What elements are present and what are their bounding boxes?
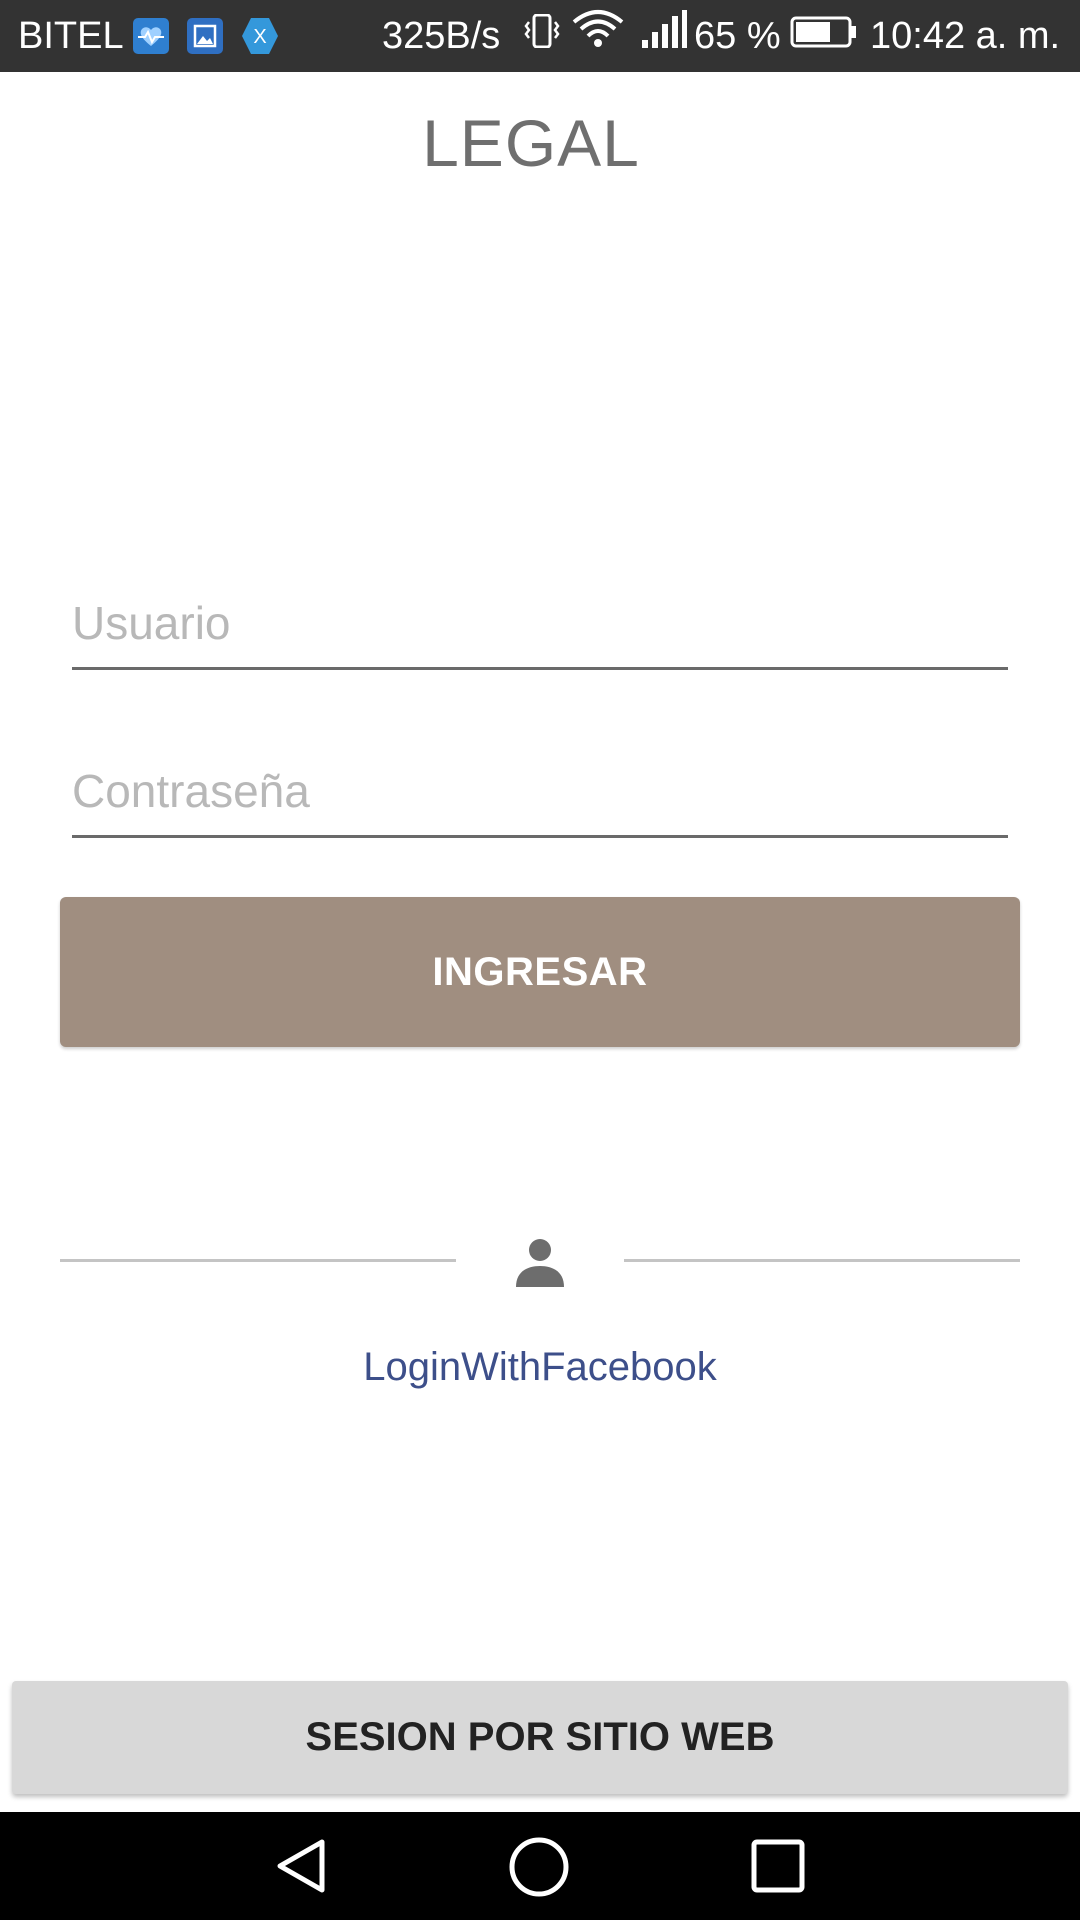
clock: 10:42 a. m. (870, 15, 1061, 57)
svg-text:X: X (253, 26, 266, 48)
gallery-icon (187, 18, 223, 54)
battery-icon (790, 0, 858, 72)
signal-icon (641, 0, 687, 72)
network-speed: 325B/s (382, 15, 501, 57)
wifi-icon (571, 0, 625, 72)
person-icon (510, 1233, 570, 1293)
carrier-name: BITEL (18, 15, 124, 57)
status-bar: BITEL X 325B/s 65 % 10:42 a. m. (0, 0, 1080, 72)
password-underline (72, 835, 1008, 838)
username-field[interactable] (72, 580, 1008, 670)
password-field[interactable] (72, 748, 1008, 838)
username-input[interactable] (72, 580, 1008, 666)
page-title: LEGAL (422, 106, 640, 180)
login-button[interactable]: INGRESAR (60, 897, 1020, 1047)
recents-icon[interactable] (750, 1838, 806, 1894)
login-screen: BITEL X 325B/s 65 % 10:42 a. m. LEGAL Us… (0, 0, 1080, 1920)
home-icon[interactable] (508, 1836, 570, 1898)
login-with-facebook-link[interactable]: LoginWithFacebook (0, 1345, 1080, 1390)
divider-left (60, 1259, 456, 1262)
password-input[interactable] (72, 748, 1008, 834)
back-icon[interactable] (272, 1836, 332, 1896)
vibrate-icon (522, 0, 562, 72)
health-app-icon (133, 18, 169, 54)
username-underline (72, 667, 1008, 670)
web-session-button[interactable]: SESION POR SITIO WEB (12, 1681, 1068, 1794)
battery-percent: 65 % (694, 15, 781, 57)
divider-right (624, 1259, 1020, 1262)
navigation-bar (0, 1812, 1080, 1920)
xamarin-icon: X (241, 16, 279, 56)
